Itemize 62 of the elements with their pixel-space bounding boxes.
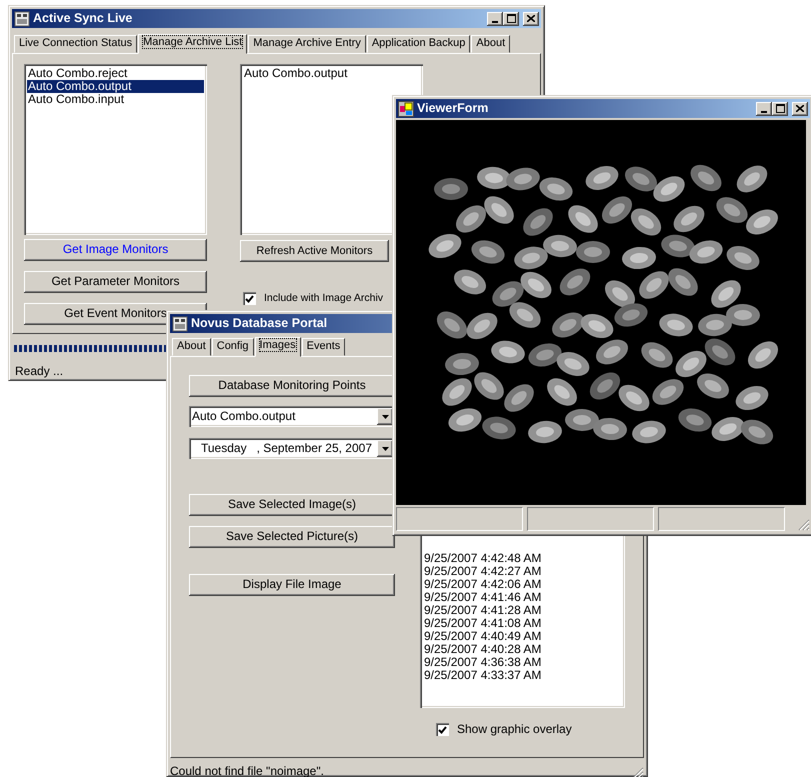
- resize-grip-icon: [798, 519, 810, 531]
- checkmark-icon: [245, 294, 254, 302]
- close-button[interactable]: [792, 102, 808, 116]
- tab[interactable]: Manage Archive Entry: [248, 35, 366, 53]
- tab[interactable]: About: [172, 338, 211, 356]
- tab[interactable]: Images: [254, 337, 301, 357]
- dropdown-button[interactable]: [377, 408, 393, 425]
- checkmark-icon: [438, 726, 447, 734]
- close-icon: [796, 105, 804, 112]
- refresh-button[interactable]: Refresh Active Monitors: [240, 240, 389, 262]
- checkbox[interactable]: [243, 292, 256, 305]
- maximize-button[interactable]: [503, 12, 519, 26]
- app-icon: [172, 316, 188, 332]
- maximize-button[interactable]: [772, 102, 788, 116]
- window-title: ViewerForm: [417, 101, 488, 116]
- close-button[interactable]: [523, 12, 539, 26]
- dropdown-button[interactable]: [377, 440, 393, 457]
- minimize-button[interactable]: [756, 102, 772, 116]
- list-item[interactable]: 9/25/2007 4:36:38 AM: [423, 656, 622, 669]
- close-icon: [527, 15, 535, 22]
- dropdown-field[interactable]: Auto Combo.output: [189, 406, 395, 427]
- resize-grip-icon: [632, 766, 644, 777]
- list-item[interactable]: Auto Combo.output: [27, 80, 204, 93]
- tab[interactable]: About: [471, 35, 510, 53]
- list-item[interactable]: 9/25/2007 4:42:06 AM: [423, 578, 622, 591]
- tab[interactable]: Application Backup: [366, 35, 470, 53]
- list-item[interactable]: 9/25/2007 4:41:46 AM: [423, 591, 622, 604]
- list-item[interactable]: 9/25/2007 4:33:37 AM: [423, 669, 622, 682]
- list-item[interactable]: Auto Combo.output: [243, 67, 420, 80]
- app-icon: [398, 100, 414, 116]
- caret-icon: [382, 446, 388, 450]
- minimize-icon: [492, 20, 498, 22]
- list-item[interactable]: 9/25/2007 4:41:28 AM: [423, 604, 622, 617]
- list-item[interactable]: Auto Combo.input: [27, 93, 204, 106]
- list-item[interactable]: Auto Combo.reject: [27, 67, 204, 80]
- window-title: Active Sync Live: [33, 11, 132, 26]
- monitor-button[interactable]: Get Parameter Monitors: [24, 271, 207, 293]
- monitoring-points-button[interactable]: Database Monitoring Points: [189, 375, 395, 397]
- minimize-button[interactable]: [487, 12, 503, 26]
- checkbox-label: Include with Image Archiv: [264, 292, 384, 305]
- maximize-icon: [506, 14, 516, 23]
- checkbox[interactable]: [436, 723, 449, 736]
- monitor-button[interactable]: Get Image Monitors: [24, 239, 207, 261]
- tab[interactable]: Live Connection Status: [14, 35, 138, 53]
- checkbox-label: Show graphic overlay: [457, 723, 572, 737]
- tab[interactable]: Events: [302, 338, 346, 356]
- tab[interactable]: Manage Archive List: [138, 34, 248, 54]
- list-item[interactable]: 9/25/2007 4:42:27 AM: [423, 565, 622, 578]
- date-picker-field[interactable]: Tuesday , September 25, 2007: [189, 438, 395, 459]
- list-item[interactable]: 9/25/2007 4:42:48 AM: [423, 552, 622, 565]
- minimize-icon: [761, 110, 767, 112]
- tab[interactable]: Config: [212, 338, 254, 356]
- list-item[interactable]: 9/25/2007 4:40:49 AM: [423, 630, 622, 643]
- save-button[interactable]: Save Selected Picture(s): [189, 526, 395, 548]
- status-text: Ready ...: [15, 365, 64, 379]
- list-item[interactable]: 9/25/2007 4:40:28 AM: [423, 643, 622, 656]
- display-file-button[interactable]: Display File Image: [189, 574, 395, 596]
- maximize-icon: [776, 104, 784, 113]
- app-icon: [14, 10, 30, 26]
- list-item[interactable]: 9/25/2007 4:41:08 AM: [423, 617, 622, 630]
- save-button[interactable]: Save Selected Image(s): [189, 494, 395, 516]
- caret-icon: [382, 414, 388, 418]
